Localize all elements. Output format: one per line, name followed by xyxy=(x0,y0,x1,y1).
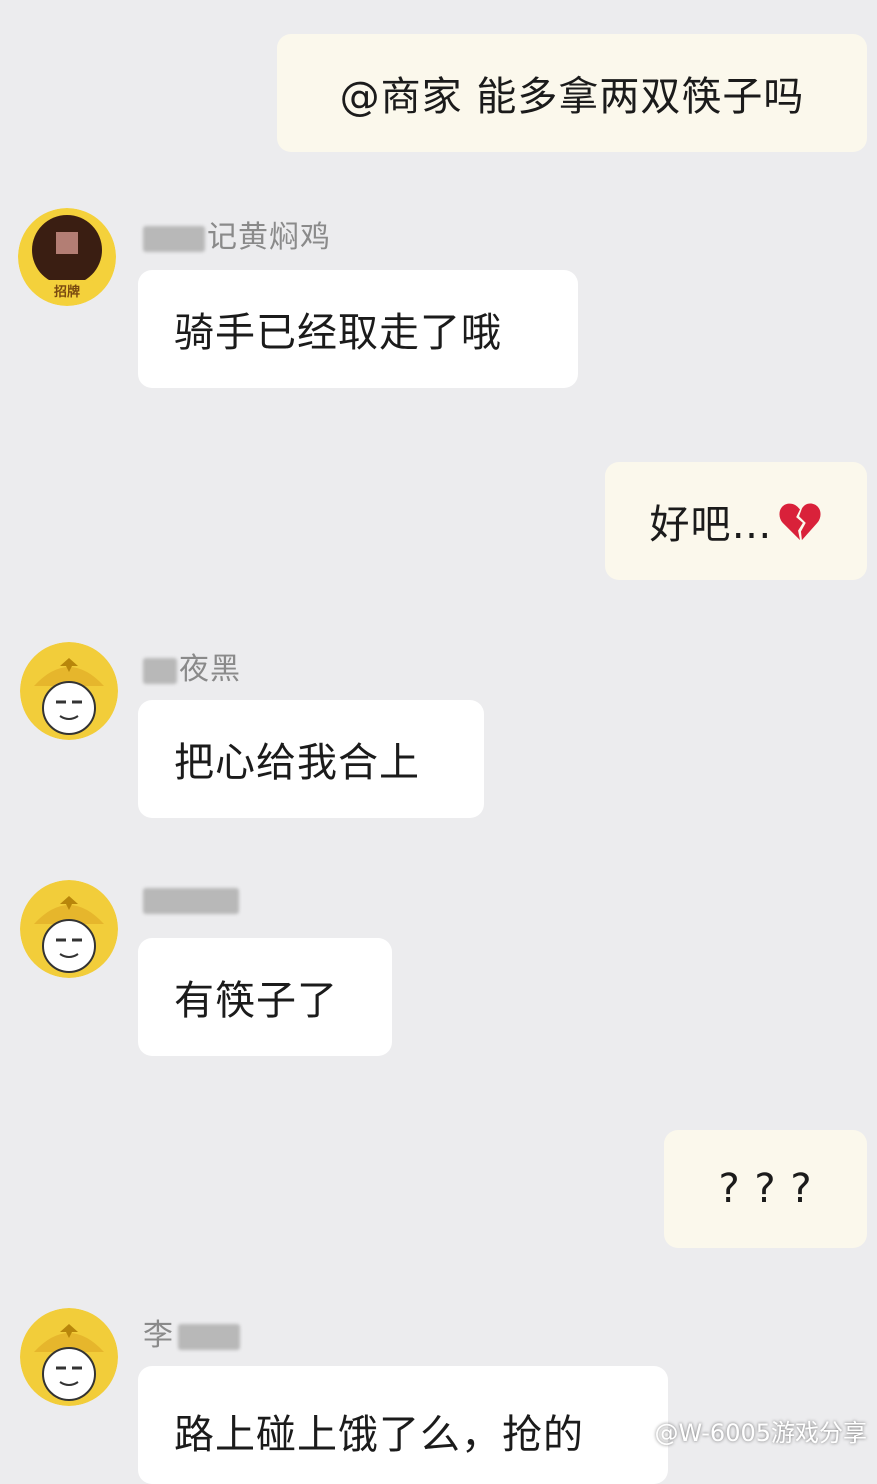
redacted-name xyxy=(143,225,205,252)
message-text: @商家 能多拿两双筷子吗 xyxy=(339,74,805,120)
rider-avatar[interactable] xyxy=(20,1308,118,1406)
sender-name: 夜黑 xyxy=(143,644,241,688)
message-text: 把心给我合上 xyxy=(174,740,420,786)
message-bubble-outgoing[interactable]: 好吧… xyxy=(605,462,867,580)
sender-name xyxy=(143,882,241,917)
broken-heart-icon xyxy=(778,503,821,541)
message-bubble-outgoing[interactable]: @商家 能多拿两双筷子吗 xyxy=(277,34,867,152)
message-text: 路上碰上饿了么，抢的 xyxy=(174,1412,584,1458)
redacted-name xyxy=(143,657,177,684)
sender-name: 记黄焖鸡 xyxy=(143,212,331,256)
message-bubble-incoming[interactable]: 把心给我合上 xyxy=(138,700,484,818)
message-text: 有筷子了 xyxy=(174,978,338,1024)
merchant-avatar[interactable]: 招牌 xyxy=(18,208,116,306)
message-text: 好吧… xyxy=(649,502,773,548)
avatar-caption: 招牌 xyxy=(53,285,80,300)
message-text: ? ? ? xyxy=(718,1166,813,1212)
message-bubble-outgoing[interactable]: ? ? ? xyxy=(664,1130,867,1248)
weibo-icon xyxy=(618,1420,648,1443)
watermark-text: @W-6005游戏分享 xyxy=(654,1419,868,1447)
redacted-name xyxy=(178,1323,240,1350)
rider-avatar[interactable] xyxy=(20,880,118,978)
message-bubble-incoming[interactable]: 骑手已经取走了哦 xyxy=(138,270,578,388)
redacted-name xyxy=(143,887,239,914)
message-bubble-incoming[interactable]: 有筷子了 xyxy=(138,938,392,1056)
message-text: 骑手已经取走了哦 xyxy=(174,310,502,356)
watermark: @W-6005游戏分享 xyxy=(618,1413,868,1448)
sender-name: 李 xyxy=(143,1310,242,1354)
message-bubble-incoming[interactable]: 路上碰上饿了么，抢的 xyxy=(138,1366,668,1484)
rider-avatar[interactable] xyxy=(20,642,118,740)
